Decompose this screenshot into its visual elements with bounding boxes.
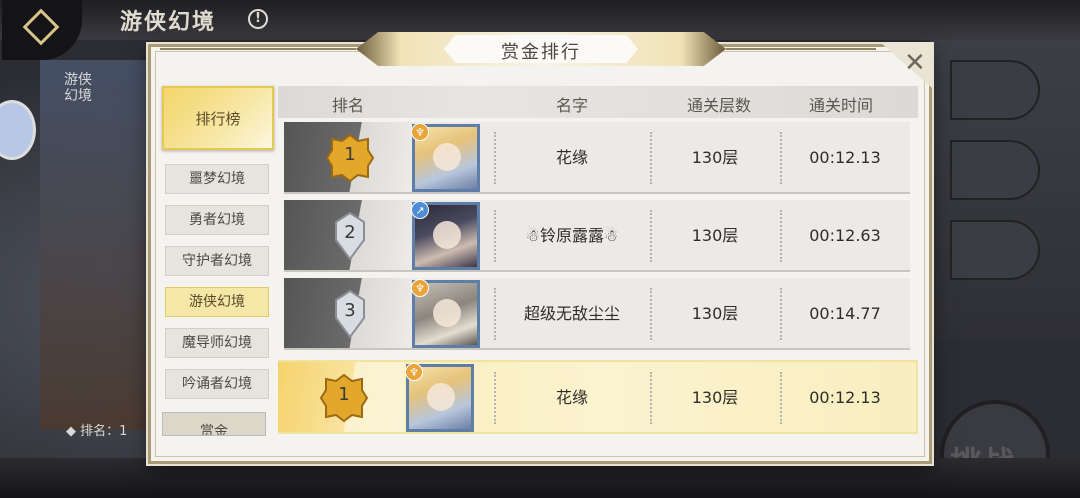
stage-list — [930, 40, 1080, 340]
stage-card[interactable] — [950, 60, 1040, 120]
player-avatar[interactable]: ↗ — [411, 201, 480, 270]
sidebar-item-ranger[interactable]: 游侠幻境 — [165, 287, 269, 317]
clear-time: 00:12.63 — [809, 226, 881, 245]
tab-ranking-label: 排行榜 — [195, 110, 241, 128]
my-ranking-row[interactable]: 1 ♆ 花缘 130层 00:12.13 — [278, 360, 918, 434]
table-row[interactable]: 1 ♆ 花缘 130层 00:12.13 — [284, 122, 910, 194]
avatar-face — [433, 143, 461, 171]
page-title: 游侠幻境 — [120, 10, 217, 35]
cleared-floors: 130层 — [691, 388, 739, 407]
tab-ranking[interactable]: 排行榜 — [162, 86, 274, 150]
cleared-floors: 130层 — [691, 148, 739, 167]
stage-label: 游侠幻境 — [64, 72, 92, 104]
stage-panel — [40, 60, 150, 430]
my-rank-label: ◆ 排名：1 — [66, 424, 128, 439]
clear-time: 00:12.13 — [809, 148, 881, 167]
sidebar-item-chanter[interactable]: 吟诵者幻境 — [165, 369, 269, 399]
class-badge-icon: ♆ — [411, 279, 429, 297]
category-sidebar: 排行榜 噩梦幻境 勇者幻境 守护者幻境 游侠幻境 魔导师幻境 吟诵者幻境 赏金 — [160, 84, 276, 436]
class-badge-icon: ♆ — [405, 363, 423, 381]
cleared-floors: 130层 — [691, 304, 739, 323]
avatar-face — [433, 299, 461, 327]
player-name: 花缘 — [555, 148, 588, 167]
sidebar-item-mage[interactable]: 魔导师幻境 — [165, 328, 269, 358]
table-row[interactable]: 2 ↗ ☃铃原露露☃ 130层 00:12.63 — [284, 200, 910, 272]
tab-reward[interactable]: 赏金 — [162, 412, 266, 436]
table-row[interactable]: 3 ♆ 超级无敌尘尘 130层 00:14.77 — [284, 278, 910, 350]
close-icon[interactable]: ✕ — [904, 48, 926, 78]
player-name: ☃铃原露露☃ — [525, 226, 619, 245]
bottom-bar — [0, 458, 1080, 498]
player-avatar[interactable]: ♆ — [411, 279, 480, 348]
avatar-face — [427, 383, 455, 411]
dialog-title: 赏金排行 — [501, 42, 581, 63]
table-header: 排名 名字 通关层数 通关时间 — [278, 86, 918, 118]
rank-number: 1 — [338, 384, 350, 405]
back-arrow-icon — [22, 8, 60, 46]
player-name: 超级无敌尘尘 — [523, 304, 620, 323]
cleared-floors: 130层 — [691, 226, 739, 245]
sidebar-item-guardian[interactable]: 守护者幻境 — [165, 246, 269, 276]
header-time: 通关时间 — [808, 96, 873, 115]
info-icon[interactable]: ! — [248, 9, 268, 29]
rank-number: 3 — [344, 300, 356, 321]
dialog-title-bar: 赏金排行 — [356, 32, 726, 66]
title-deco-line — [160, 48, 356, 50]
title-deco-line — [726, 48, 876, 50]
stage-card[interactable] — [950, 140, 1040, 200]
ranking-table: 排名 名字 通关层数 通关时间 1 ♆ 花缘 130层 00:12.13 2 ↗ — [278, 86, 918, 436]
header-rank: 排名 — [331, 96, 364, 115]
tab-reward-label: 赏金 — [200, 424, 228, 436]
player-avatar[interactable]: ♆ — [411, 123, 480, 192]
clear-time: 00:14.77 — [809, 304, 881, 323]
rank-number: 1 — [344, 144, 356, 165]
class-badge-icon: ↗ — [411, 201, 429, 219]
sidebar-item-hero[interactable]: 勇者幻境 — [165, 205, 269, 235]
avatar-face — [433, 221, 461, 249]
player-avatar[interactable]: ♆ — [405, 363, 474, 432]
player-name: 花缘 — [555, 388, 588, 407]
class-badge-icon: ♆ — [411, 123, 429, 141]
sidebar-item-nightmare[interactable]: 噩梦幻境 — [165, 164, 269, 194]
header-name: 名字 — [555, 96, 588, 115]
stage-card[interactable] — [950, 220, 1040, 280]
clear-time: 00:12.13 — [809, 388, 881, 407]
header-floors: 通关层数 — [686, 96, 751, 115]
rank-number: 2 — [344, 222, 356, 243]
